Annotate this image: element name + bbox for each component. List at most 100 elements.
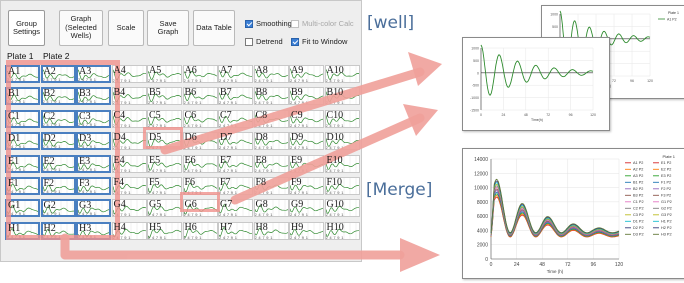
well-C5[interactable]: C5 2 4 7 9 1 bbox=[147, 109, 182, 128]
detrend-checkbox-box[interactable] bbox=[245, 37, 253, 46]
well-D10[interactable]: D10 2 4 7 9 1 bbox=[324, 132, 360, 151]
well-ticks: 2 4 7 9 1 bbox=[254, 145, 273, 151]
well-C6[interactable]: C6 2 4 7 9 1 bbox=[182, 109, 218, 128]
legend-item: G2 P2 bbox=[661, 207, 672, 211]
well-label: A9 bbox=[291, 65, 304, 76]
well-ticks: 2 4 7 9 1 bbox=[254, 190, 273, 195]
well-label: D2 bbox=[43, 133, 56, 145]
well-H9[interactable]: H9 2 4 7 9 1 bbox=[289, 221, 324, 240]
well-H7[interactable]: H7 2 4 7 9 1 bbox=[218, 221, 253, 240]
well-ticks: 2 4 7 9 1 bbox=[219, 234, 238, 240]
well-label: B3 bbox=[79, 88, 91, 100]
multicolor-calc-checkbox[interactable]: Multi-color Calc bbox=[291, 18, 354, 29]
well-D6[interactable]: D6 2 4 7 9 1 bbox=[182, 132, 218, 151]
well-E10[interactable]: E10 2 4 7 9 1 bbox=[324, 154, 360, 173]
well-label: A4 bbox=[113, 65, 126, 76]
well-label: H9 bbox=[291, 221, 304, 233]
well-D7[interactable]: D7 2 4 7 9 1 bbox=[218, 132, 253, 151]
well-H8[interactable]: H8 2 4 7 9 1 bbox=[253, 221, 289, 240]
well-A7[interactable]: A7 2 4 7 9 1 bbox=[218, 65, 253, 83]
graph-selected-wells-button[interactable]: Graph (Selected Wells) bbox=[59, 10, 103, 46]
group-settings-button[interactable]: Group Settings bbox=[8, 10, 45, 46]
well-B10[interactable]: B10 2 4 7 9 1 bbox=[324, 87, 360, 106]
well-E6[interactable]: E6 2 4 7 9 1 bbox=[182, 154, 218, 173]
well-D9[interactable]: D9 2 4 7 9 1 bbox=[289, 132, 324, 151]
well-label: B2 bbox=[43, 88, 56, 100]
well-C10[interactable]: C10 2 4 7 9 1 bbox=[324, 109, 360, 128]
data-table-button[interactable]: Data Table bbox=[193, 10, 235, 46]
save-graph-button[interactable]: Save Graph bbox=[147, 10, 189, 46]
detrend-checkbox[interactable]: Detrend bbox=[245, 36, 283, 47]
well-B8[interactable]: B8 2 4 7 9 1 bbox=[253, 87, 289, 106]
well-ticks: 2 4 7 9 1 bbox=[219, 145, 238, 151]
well-A10[interactable]: A10 2 4 7 9 1 bbox=[324, 65, 360, 83]
well-label: G1 bbox=[8, 200, 21, 212]
legend-item: A1 P2 bbox=[633, 161, 643, 165]
well-ticks: 2 4 7 9 1 bbox=[290, 234, 309, 240]
well-F8[interactable]: F8 2 4 7 9 1 bbox=[253, 177, 289, 195]
y-tick-label: 2000 bbox=[477, 243, 488, 249]
well-C7[interactable]: C7 2 4 7 9 1 bbox=[218, 109, 253, 128]
well-B6[interactable]: B6 2 4 7 9 1 bbox=[182, 87, 218, 106]
well-E7[interactable]: E7 2 4 7 9 1 bbox=[218, 154, 253, 173]
well-B5[interactable]: B5 2 4 7 9 1 bbox=[147, 87, 182, 106]
y-tick-label: 500 bbox=[473, 59, 479, 63]
well-label: D4 bbox=[113, 132, 126, 144]
well-H6[interactable]: H6 2 4 7 9 1 bbox=[182, 221, 218, 240]
well-E9[interactable]: E9 2 4 7 9 1 bbox=[289, 154, 324, 173]
x-tick-label: 48 bbox=[539, 262, 545, 268]
smoothing-checkbox-box[interactable] bbox=[245, 19, 253, 28]
well-B7[interactable]: B7 2 4 7 9 1 bbox=[218, 87, 253, 106]
well-G7[interactable]: G7 2 4 7 9 1 bbox=[218, 199, 253, 218]
legend-item: C2 P2 bbox=[633, 207, 644, 211]
well-A9[interactable]: A9 2 4 7 9 1 bbox=[289, 65, 324, 83]
well-D8[interactable]: D8 2 4 7 9 1 bbox=[253, 132, 289, 151]
well-F10[interactable]: F10 2 4 7 9 1 bbox=[324, 177, 360, 195]
well-E5[interactable]: E5 2 4 7 9 1 bbox=[147, 154, 182, 173]
well-ticks: 2 4 7 9 1 bbox=[290, 100, 309, 106]
multicolor-calc-checkbox-box[interactable] bbox=[291, 19, 299, 28]
well-label: B4 bbox=[113, 87, 126, 99]
well-ticks: 2 4 7 9 1 bbox=[290, 122, 309, 128]
well-label: C4 bbox=[113, 109, 126, 121]
well-H10[interactable]: H10 2 4 7 9 1 bbox=[324, 221, 360, 240]
y-tick-label: -1500 bbox=[470, 109, 479, 113]
well-C8[interactable]: C8 2 4 7 9 1 bbox=[253, 109, 289, 128]
well-G10[interactable]: G10 2 4 7 9 1 bbox=[324, 199, 360, 218]
well-F5[interactable]: F5 2 4 7 9 1 bbox=[147, 177, 182, 195]
well-G8[interactable]: G8 2 4 7 9 1 bbox=[253, 199, 289, 218]
well-label: F6 bbox=[184, 177, 196, 188]
well-label: E10 bbox=[326, 154, 343, 166]
well-F9[interactable]: F9 2 4 7 9 1 bbox=[289, 177, 324, 195]
well-F7[interactable]: F7 2 4 7 9 1 bbox=[218, 177, 253, 195]
y-tick-label: 500 bbox=[552, 25, 558, 29]
well-G5[interactable]: G5 2 4 7 9 1 bbox=[147, 199, 182, 218]
well-H5[interactable]: H5 2 4 7 9 1 bbox=[147, 221, 182, 240]
smoothing-checkbox[interactable]: Smoothing bbox=[245, 18, 292, 29]
well-label: H4 bbox=[113, 221, 126, 233]
well-label: B8 bbox=[255, 87, 268, 99]
well-label: G10 bbox=[326, 199, 344, 211]
well-G9[interactable]: G9 2 4 7 9 1 bbox=[289, 199, 324, 218]
legend-item: B2 P2 bbox=[633, 187, 643, 191]
well-label: D1 bbox=[8, 133, 21, 145]
fit-to-window-checkbox[interactable]: Fit to Window bbox=[291, 36, 347, 47]
fit-to-window-checkbox-box[interactable] bbox=[291, 37, 299, 46]
well-label: C8 bbox=[255, 109, 268, 121]
legend-item: H1 P2 bbox=[661, 220, 672, 224]
well-E8[interactable]: E8 2 4 7 9 1 bbox=[253, 154, 289, 173]
well-ticks: 2 4 7 9 1 bbox=[254, 167, 273, 173]
x-tick-label: 48 bbox=[524, 113, 528, 117]
well-label: B9 bbox=[291, 87, 303, 99]
well-A6[interactable]: A6 2 4 7 9 1 bbox=[182, 65, 218, 83]
well-B9[interactable]: B9 2 4 7 9 1 bbox=[289, 87, 324, 106]
well-ticks: 2 4 7 9 1 bbox=[183, 100, 202, 106]
callout-well-label: [well] bbox=[367, 13, 415, 33]
well-A8[interactable]: A8 2 4 7 9 1 bbox=[253, 65, 289, 83]
well-label: E2 bbox=[43, 155, 55, 167]
scale-button[interactable]: Scale bbox=[108, 10, 144, 46]
well-label: G5 bbox=[149, 199, 162, 211]
merge-series-line bbox=[490, 178, 620, 234]
well-A5[interactable]: A5 2 4 7 9 1 bbox=[147, 65, 182, 83]
well-C9[interactable]: C9 2 4 7 9 1 bbox=[289, 109, 324, 128]
